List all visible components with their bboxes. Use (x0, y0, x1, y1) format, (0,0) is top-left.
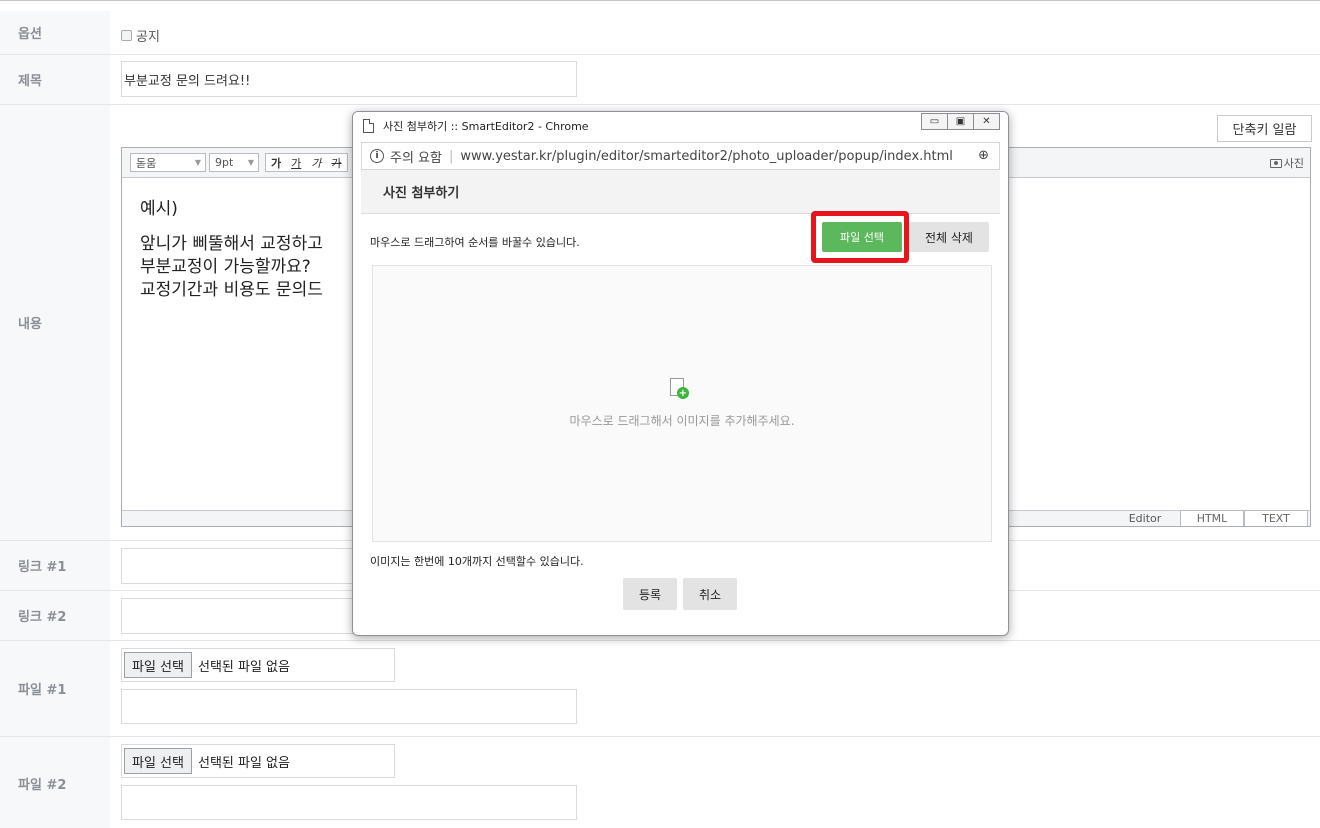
divider: | (448, 148, 454, 164)
font-family-select[interactable]: 돋움 ▼ (130, 153, 206, 172)
popup-window-title: 사진 첨부하기 :: SmartEditor2 - Chrome (383, 120, 589, 133)
image-dropzone[interactable]: + 마우스로 드래그해서 이미지를 추가해주세요. (372, 265, 992, 542)
italic-button[interactable]: 가 (306, 155, 326, 171)
popup-titlebar[interactable]: 사진 첨부하기 :: SmartEditor2 - Chrome ▭ ▣ ✕ (353, 112, 1008, 140)
text-style-buttons: 가 가 가 가 (265, 153, 348, 172)
editor-line (140, 221, 323, 233)
upload-limit-text: 이미지는 한번에 10개까지 선택할수 있습니다. (370, 555, 584, 568)
zoom-icon[interactable]: ⊕ (978, 148, 989, 163)
info-icon[interactable]: i (370, 149, 384, 163)
font-size-select[interactable]: 9pt ▼ (209, 153, 259, 172)
annotation-highlight-box (811, 211, 909, 263)
window-controls: ▭ ▣ ✕ (921, 113, 1000, 130)
file1-status: 선택된 파일 없음 (197, 659, 290, 675)
file1-select-button[interactable]: 파일 선택 (124, 652, 192, 678)
file2-select-button[interactable]: 파일 선택 (124, 748, 192, 774)
delete-all-button[interactable]: 전체 삭제 (909, 222, 989, 252)
font-family-value: 돋움 (136, 156, 157, 170)
shortcut-list-button[interactable]: 단축키 일람 (1217, 115, 1312, 142)
file1-picker: 파일 선택 선택된 파일 없음 (121, 648, 395, 682)
tab-html[interactable]: HTML (1180, 510, 1244, 526)
link1-label: 링크 #1 (0, 541, 110, 590)
chevron-down-icon: ▼ (247, 158, 254, 167)
title-label: 제목 (0, 55, 110, 104)
close-button[interactable]: ✕ (973, 113, 1000, 130)
photo-attach-label: 사진 (1283, 157, 1304, 170)
file2-label: 파일 #2 (0, 737, 110, 828)
option-label: 옵션 (0, 11, 110, 54)
write-form-page: 옵션 공지 제목 부분교정 문의 드려요!! 내용 단축키 일람 돋움 ▼ 9p… (0, 0, 1320, 828)
photo-upload-popup: 사진 첨부하기 :: SmartEditor2 - Chrome ▭ ▣ ✕ i… (352, 111, 1009, 636)
notice-checkbox[interactable] (121, 30, 132, 41)
file2-picker: 파일 선택 선택된 파일 없음 (121, 744, 395, 778)
editor-line: 부분교정이 가능할까요? (140, 257, 311, 277)
register-button[interactable]: 등록 (623, 578, 677, 610)
maximize-button[interactable]: ▣ (947, 113, 974, 130)
page-icon (363, 119, 374, 133)
address-bar[interactable]: i 주의 요함 | www.yestar.kr/plugin/editor/sm… (361, 142, 1000, 170)
tab-editor[interactable]: Editor (1113, 510, 1177, 526)
notice-checkbox-label: 공지 (136, 30, 160, 45)
link2-label: 링크 #2 (0, 591, 110, 640)
file2-status: 선택된 파일 없음 (197, 755, 290, 771)
dropzone-text: 마우스로 드래그해서 이미지를 추가해주세요. (569, 414, 795, 428)
file1-label: 파일 #1 (0, 641, 110, 736)
file2-description-input[interactable] (121, 785, 577, 820)
file1-description-input[interactable] (121, 689, 577, 724)
editor-line: 앞니가 삐뚤해서 교정하고 (140, 234, 323, 254)
cancel-button[interactable]: 취소 (683, 578, 737, 610)
popup-heading: 사진 첨부하기 (361, 170, 1000, 214)
reorder-instruction: 마우스로 드래그하여 순서를 바꿀수 있습니다. (370, 236, 580, 249)
tab-text[interactable]: TEXT (1244, 510, 1308, 526)
font-size-value: 9pt (215, 156, 234, 169)
camera-icon (1269, 158, 1282, 168)
file1-row: 파일 #1 파일 선택 선택된 파일 없음 (0, 641, 1320, 737)
url-text: www.yestar.kr/plugin/editor/smarteditor2… (460, 148, 953, 164)
underline-button[interactable]: 가 (286, 155, 306, 171)
minimize-button[interactable]: ▭ (921, 113, 948, 130)
security-status: 주의 요함 (390, 150, 442, 166)
editor-content[interactable]: 예시) 앞니가 삐뚤해서 교정하고 부분교정이 가능할까요? 교정기간과 비용도… (140, 198, 323, 302)
option-row: 옵션 공지 (0, 11, 1320, 55)
content-label: 내용 (0, 105, 110, 540)
title-row: 제목 부분교정 문의 드려요!! (0, 55, 1320, 105)
add-file-icon: + (670, 378, 689, 399)
strikethrough-button[interactable]: 가 (326, 155, 346, 171)
title-input[interactable]: 부분교정 문의 드려요!! (121, 61, 577, 97)
editor-line: 교정기간과 비용도 문의드 (140, 280, 323, 300)
photo-attach-button[interactable]: 사진 (1269, 155, 1304, 171)
file2-row: 파일 #2 파일 선택 선택된 파일 없음 (0, 737, 1320, 828)
bold-button[interactable]: 가 (266, 155, 286, 171)
editor-line: 예시) (140, 199, 178, 219)
chevron-down-icon: ▼ (194, 158, 201, 167)
